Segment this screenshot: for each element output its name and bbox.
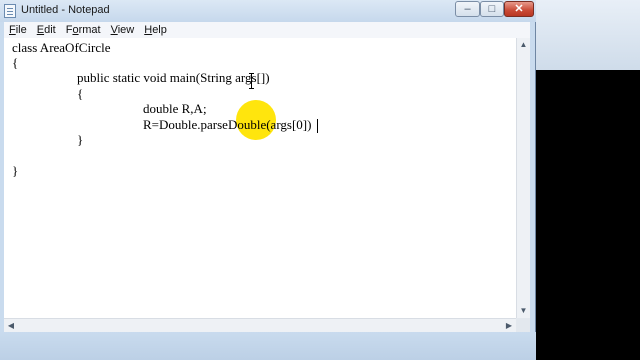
window-title: Untitled - Notepad xyxy=(21,4,110,16)
size-grip[interactable] xyxy=(516,318,530,332)
notepad-icon[interactable] xyxy=(4,4,16,18)
code-line: public static void main(String args[]) xyxy=(77,70,270,85)
minimize-button[interactable]: – xyxy=(455,1,480,17)
menu-help[interactable]: Help xyxy=(139,24,172,36)
maximize-button[interactable]: □ xyxy=(480,1,504,17)
scroll-right-icon[interactable]: ▶ xyxy=(502,319,516,332)
code-line: } xyxy=(12,163,19,178)
horizontal-scrollbar[interactable]: ◀ ▶ xyxy=(4,318,516,332)
menu-format[interactable]: Format xyxy=(61,24,106,36)
background-console-window xyxy=(520,0,640,360)
background-window-frame xyxy=(520,0,640,70)
scroll-up-icon[interactable]: ▲ xyxy=(517,38,530,52)
code-line: { xyxy=(12,55,19,70)
text-editor[interactable]: class AreaOfCircle { public static void … xyxy=(4,38,516,318)
vertical-scrollbar[interactable]: ▲ ▼ xyxy=(516,38,530,318)
code-line: class AreaOfCircle xyxy=(12,40,111,55)
scroll-down-icon[interactable]: ▼ xyxy=(517,304,530,318)
menu-bar: File Edit Format View Help xyxy=(4,22,530,38)
notepad-window: Untitled - Notepad – □ ✕ File Edit Forma… xyxy=(0,0,536,360)
scroll-left-icon[interactable]: ◀ xyxy=(4,319,18,332)
text-caret xyxy=(317,119,318,133)
code-line: { xyxy=(77,86,84,101)
menu-edit[interactable]: Edit xyxy=(32,24,61,36)
window-frame-bottom xyxy=(0,332,536,360)
menu-file[interactable]: File xyxy=(4,24,32,36)
code-line: } xyxy=(77,132,84,147)
title-bar[interactable]: Untitled - Notepad – □ ✕ xyxy=(0,0,536,22)
console-area[interactable] xyxy=(534,70,640,360)
ibeam-cursor-icon xyxy=(249,73,254,89)
close-button[interactable]: ✕ xyxy=(504,1,534,17)
menu-view[interactable]: View xyxy=(106,24,140,36)
code-line: R=Double.parseDouble(args[0]) xyxy=(143,117,312,132)
code-line: double R,A; xyxy=(143,101,207,116)
